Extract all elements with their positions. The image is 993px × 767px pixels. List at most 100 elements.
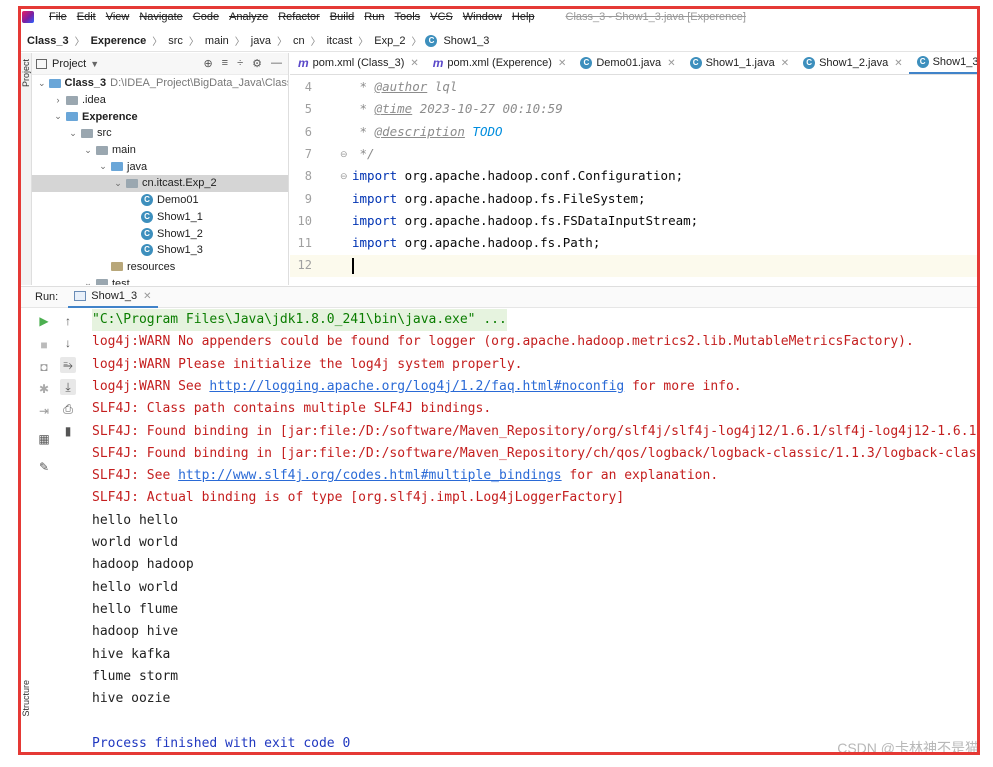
fold-icon[interactable]: ⊖ bbox=[340, 149, 348, 160]
breadcrumb-item[interactable]: itcast bbox=[325, 35, 355, 47]
layout-icon[interactable]: ▦ bbox=[36, 431, 52, 447]
menu-item-build[interactable]: Build bbox=[325, 11, 359, 23]
close-icon[interactable]: ✕ bbox=[558, 58, 566, 69]
code-editor[interactable]: 4 5 6 7 ⊖ 8 ⊖ 9 10 11 12 * @author lql * @time 202… bbox=[290, 76, 978, 285]
menu-item-file[interactable]: File bbox=[44, 11, 72, 23]
expand-all-icon[interactable]: ≡ bbox=[222, 57, 228, 70]
tree-item[interactable]: ⌄ java bbox=[32, 158, 288, 175]
tree-item-label: test bbox=[112, 277, 130, 285]
menu-item-analyze[interactable]: Analyze bbox=[224, 11, 273, 23]
breadcrumb-item[interactable]: Experence bbox=[89, 35, 149, 47]
editor-tab[interactable]: C Show1_2.java ✕ bbox=[795, 53, 909, 74]
editor-tab[interactable]: C Demo01.java ✕ bbox=[572, 53, 681, 74]
console-line: SLF4J: Found binding in [jar:file:/D:/so… bbox=[92, 445, 978, 461]
class-icon: C bbox=[689, 57, 702, 69]
stop-icon[interactable]: ■ bbox=[36, 337, 52, 353]
tree-item[interactable]: ⌄ test bbox=[32, 275, 288, 285]
tree-item[interactable]: C Show1_3 bbox=[32, 242, 288, 259]
close-icon[interactable]: ✕ bbox=[667, 58, 675, 69]
chevron-down-icon[interactable]: ⌄ bbox=[53, 111, 63, 122]
close-icon[interactable]: ✕ bbox=[894, 58, 902, 69]
window-title: Class_3 - Show1_3.java [Experence] bbox=[565, 11, 746, 23]
tree-item[interactable]: C Show1_2 bbox=[32, 225, 288, 242]
tree-item[interactable]: ⌄ Class_3 D:\IDEA_Project\BigData_Java\Cla… bbox=[32, 75, 288, 92]
fold-icon[interactable]: ⊖ bbox=[340, 171, 348, 182]
debug-icon[interactable]: ✱ bbox=[36, 381, 52, 397]
print-icon[interactable]: ⎙ bbox=[60, 401, 76, 417]
camera-icon[interactable]: ◘ bbox=[36, 359, 52, 375]
breadcrumb-item[interactable]: Class_3 bbox=[25, 35, 71, 47]
breadcrumb-item[interactable]: main bbox=[203, 35, 231, 47]
breadcrumb-item[interactable]: cn bbox=[291, 35, 307, 47]
menu-item-vcs[interactable]: VCS bbox=[425, 11, 458, 23]
menu-item-refactor[interactable]: Refactor bbox=[273, 11, 325, 23]
tree-item[interactable]: ⌄ Experence bbox=[32, 108, 288, 125]
menu-item-run[interactable]: Run bbox=[359, 11, 389, 23]
editor-tabs: m pom.xml (Class_3) ✕ m pom.xml (Experence) ✕… bbox=[290, 53, 978, 75]
menu-item-code[interactable]: Code bbox=[188, 11, 224, 23]
rerun-icon[interactable]: ▶ bbox=[36, 313, 52, 329]
code-line: * @description TODO bbox=[352, 123, 503, 139]
editor-tab-label: Demo01.java bbox=[596, 57, 662, 69]
editor-tab[interactable]: m pom.xml (Experence) ✕ bbox=[425, 53, 573, 74]
console-line: hello world bbox=[92, 579, 179, 595]
soft-wrap-icon[interactable]: ⥱ bbox=[60, 357, 76, 373]
tree-item[interactable]: ⌄ cn.itcast.Exp_2 bbox=[32, 175, 288, 192]
menu-item-window[interactable]: Window bbox=[458, 11, 507, 23]
console-line: log4j:WARN Please initialize the log4j s… bbox=[92, 356, 523, 372]
menu-item-tools[interactable]: Tools bbox=[389, 11, 425, 23]
collapse-all-icon[interactable]: ÷ bbox=[237, 57, 243, 70]
close-icon[interactable]: ✕ bbox=[781, 58, 789, 69]
tree-item[interactable]: resources bbox=[32, 259, 288, 276]
line-number: 12 bbox=[297, 258, 312, 273]
breadcrumb-item[interactable]: Show1_3 bbox=[441, 35, 491, 47]
breadcrumb-item[interactable]: java bbox=[249, 35, 273, 47]
chevron-down-icon[interactable]: ⌄ bbox=[68, 128, 78, 139]
chevron-down-icon[interactable]: ⌄ bbox=[98, 161, 108, 172]
trash-icon[interactable]: ▮ bbox=[60, 423, 76, 439]
locate-icon[interactable]: ⊕ bbox=[203, 57, 212, 70]
editor-tab[interactable]: m pom.xml (Class_3) ✕ bbox=[290, 53, 425, 74]
chevron-down-icon[interactable]: ⌄ bbox=[83, 278, 93, 285]
chevron-down-icon[interactable]: ⌄ bbox=[113, 178, 123, 189]
run-tab[interactable]: Show1_3 ✕ bbox=[68, 287, 158, 308]
close-icon[interactable]: ✕ bbox=[410, 58, 418, 69]
close-icon[interactable]: ✕ bbox=[143, 291, 151, 302]
chevron-down-icon[interactable]: ⌄ bbox=[38, 78, 46, 89]
project-pane-title[interactable]: Project bbox=[52, 58, 86, 70]
console-line: log4j:WARN See http://logging.apache.org… bbox=[92, 378, 742, 394]
scroll-up-icon[interactable]: ↑ bbox=[60, 313, 76, 329]
console-line: hadoop hadoop bbox=[92, 557, 194, 573]
tree-item[interactable]: › .idea bbox=[32, 92, 288, 109]
chevron-down-icon[interactable]: ▼ bbox=[90, 59, 99, 69]
console-output[interactable]: "C:\Program Files\Java\jdk1.8.0_241\bin\… bbox=[92, 309, 978, 755]
editor-tab-label: Show1_1.java bbox=[705, 57, 775, 69]
breadcrumb-item[interactable]: Exp_2 bbox=[372, 35, 407, 47]
breadcrumb-item[interactable]: src bbox=[166, 35, 185, 47]
tree-item[interactable]: C Show1_1 bbox=[32, 209, 288, 226]
run-panel-header: Run: Show1_3 ✕ bbox=[21, 286, 978, 308]
project-tool-label[interactable]: Project bbox=[21, 59, 31, 87]
tree-item[interactable]: ⌄ main bbox=[32, 142, 288, 159]
tree-item-path: D:\IDEA_Project\BigData_Java\Class_3 bbox=[110, 77, 289, 90]
editor-tab[interactable]: CShow1_3.java✕ bbox=[908, 53, 978, 74]
editor-tab[interactable]: C Show1_1.java ✕ bbox=[682, 53, 796, 74]
structure-tool-label[interactable]: Structure bbox=[21, 680, 31, 717]
chevron-down-icon[interactable]: ⌄ bbox=[83, 145, 93, 156]
run-label: Run: bbox=[35, 291, 59, 303]
scroll-to-end-icon[interactable]: ⤓ bbox=[60, 379, 76, 395]
gear-icon[interactable]: ⚙ bbox=[252, 57, 262, 70]
menu-item-edit[interactable]: Edit bbox=[72, 11, 101, 23]
scroll-down-icon[interactable]: ↓ bbox=[60, 335, 76, 351]
exit-icon[interactable]: ⇥ bbox=[36, 403, 52, 419]
menu-item-navigate[interactable]: Navigate bbox=[134, 11, 187, 23]
tree-item[interactable]: C Demo01 bbox=[32, 192, 288, 209]
pin-icon[interactable]: ✎ bbox=[36, 459, 52, 475]
tree-item[interactable]: ⌄ src bbox=[32, 125, 288, 142]
menu-item-view[interactable]: View bbox=[101, 11, 135, 23]
console-link[interactable]: http://logging.apache.org/log4j/1.2/faq.… bbox=[209, 379, 624, 394]
menu-item-help[interactable]: Help bbox=[507, 11, 540, 23]
chevron-right-icon[interactable]: › bbox=[53, 95, 63, 105]
hide-icon[interactable]: — bbox=[271, 57, 282, 70]
console-link[interactable]: http://www.slf4j.org/codes.html#multiple… bbox=[178, 468, 562, 483]
